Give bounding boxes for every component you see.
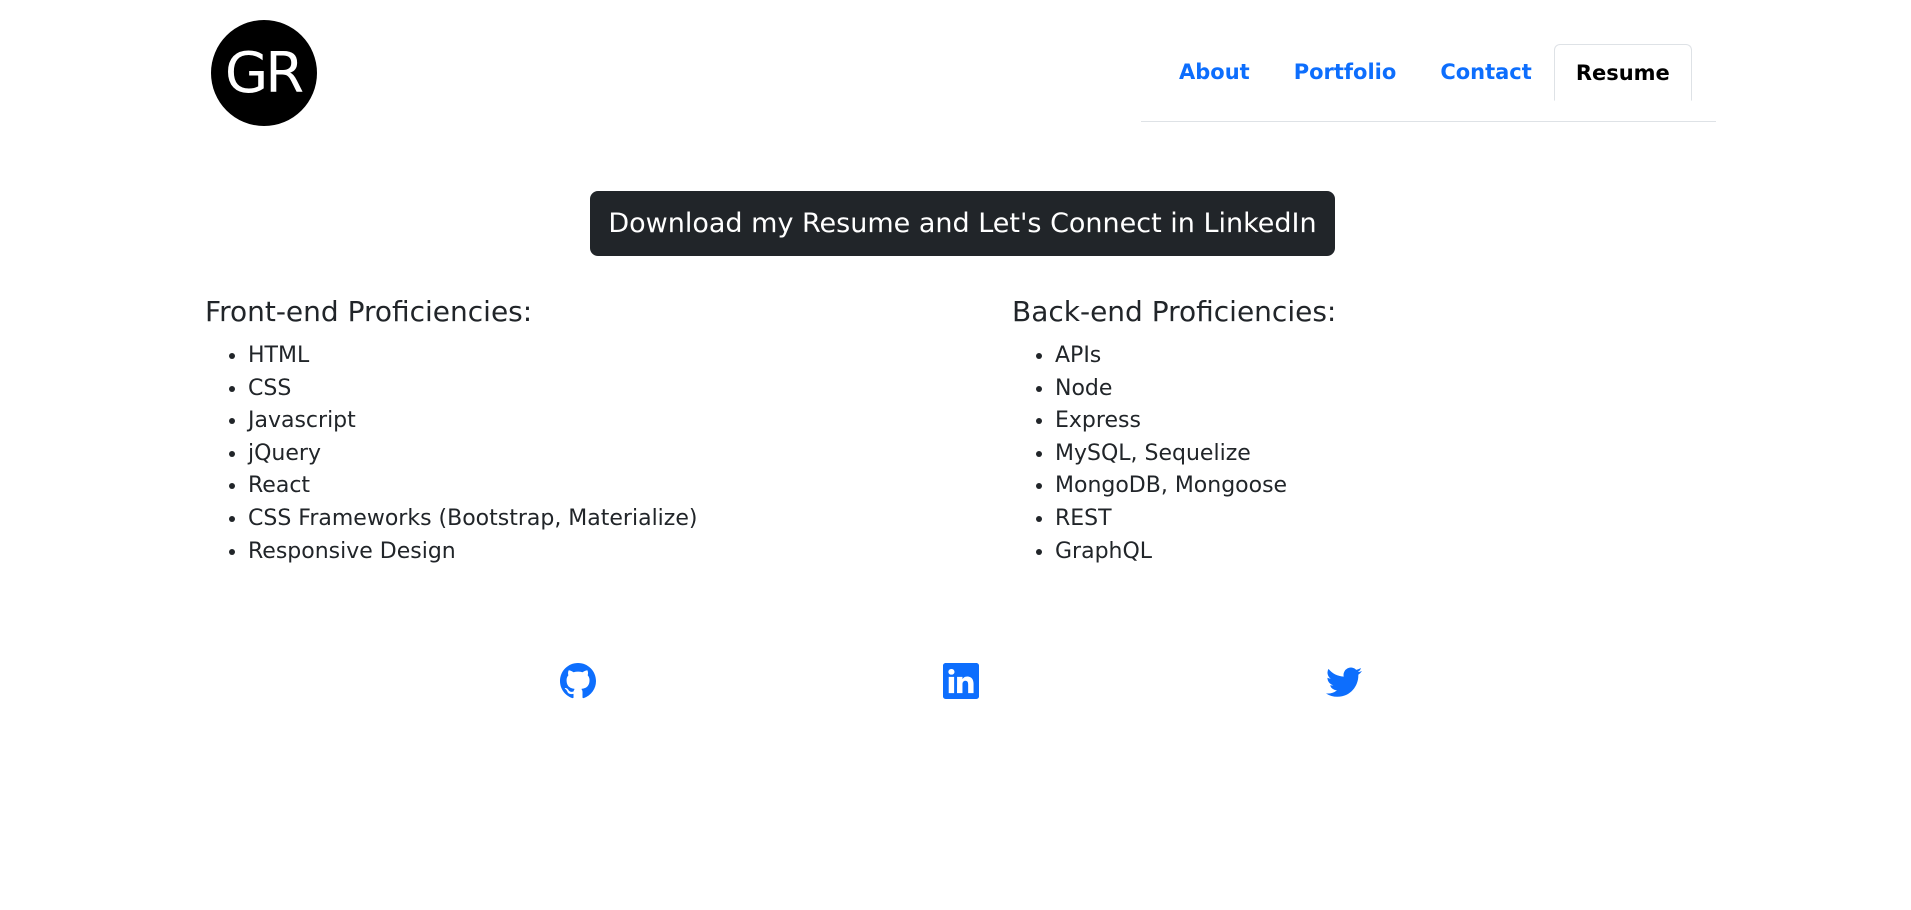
resume-page: GR About Portfolio Contact Resume Downlo… — [0, 0, 1911, 910]
list-item: Responsive Design — [248, 536, 697, 569]
frontend-list: HTML CSS Javascript jQuery React CSS Fra… — [205, 340, 697, 568]
nav-tabs: About Portfolio Contact Resume — [1141, 44, 1716, 122]
tab-portfolio[interactable]: Portfolio — [1272, 44, 1419, 100]
list-item: Javascript — [248, 405, 697, 438]
frontend-heading: Front-end Proficiencies: — [205, 295, 533, 328]
logo[interactable]: GR — [211, 20, 317, 126]
backend-section: Back-end Proficiencies: APIs Node Expres… — [1012, 295, 1336, 568]
list-item: REST — [1055, 503, 1336, 536]
list-item: MySQL, Sequelize — [1055, 438, 1336, 471]
list-item: React — [248, 470, 697, 503]
list-item: CSS Frameworks (Bootstrap, Materialize) — [248, 503, 697, 536]
list-item: APIs — [1055, 340, 1336, 373]
backend-heading: Back-end Proficiencies: — [1012, 295, 1337, 328]
tab-resume[interactable]: Resume — [1553, 44, 1692, 101]
backend-list: APIs Node Express MySQL, Sequelize Mongo… — [1012, 340, 1336, 568]
github-icon[interactable] — [560, 663, 596, 699]
tab-about[interactable]: About — [1157, 44, 1272, 100]
tab-contact[interactable]: Contact — [1418, 44, 1554, 100]
list-item: CSS — [248, 373, 697, 406]
list-item: GraphQL — [1055, 536, 1336, 569]
twitter-icon[interactable] — [1326, 663, 1362, 699]
frontend-section: Front-end Proficiencies: HTML CSS Javasc… — [205, 295, 697, 568]
download-resume-button[interactable]: Download my Resume and Let's Connect in … — [590, 191, 1335, 256]
list-item: Node — [1055, 373, 1336, 406]
linkedin-icon[interactable] — [943, 663, 979, 699]
list-item: MongoDB, Mongoose — [1055, 470, 1336, 503]
list-item: HTML — [248, 340, 697, 373]
list-item: Express — [1055, 405, 1336, 438]
list-item: jQuery — [248, 438, 697, 471]
